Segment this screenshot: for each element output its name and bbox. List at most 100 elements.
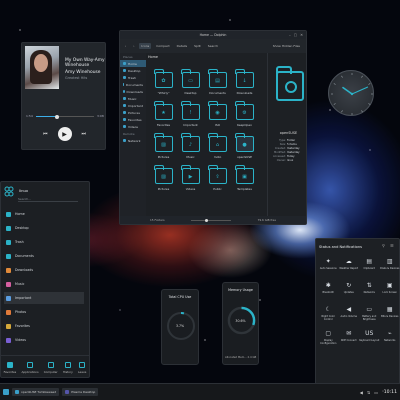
info-panel: openSUSE Type:Folder Size:5 items Created:… — [267, 53, 308, 218]
folder-item[interactable]: ♪ Music — [177, 133, 204, 162]
sidebar-item-desktop[interactable]: Desktop — [120, 67, 146, 74]
title-bar[interactable]: Home — Dolphin – ▢ ✕ — [120, 31, 306, 39]
seek-handle[interactable] — [55, 114, 60, 119]
folder-item[interactable]: ▨ Pictures — [150, 165, 177, 194]
status-tile[interactable]: ▥ Disks & Devices — [380, 255, 400, 277]
folder-item[interactable]: ⇪ Public — [204, 165, 231, 194]
folder-item[interactable]: ◉ ISO — [204, 101, 231, 130]
search-input[interactable]: Search... — [18, 196, 78, 202]
folder-item[interactable]: ▣ Templates — [231, 165, 258, 194]
show-hidden-button[interactable]: Show Hidden Files — [273, 44, 300, 48]
maximize-icon[interactable]: ▢ — [294, 33, 297, 37]
status-tile[interactable]: ✱ Bluetooth — [318, 279, 339, 301]
status-tile[interactable]: ▭ Battery and Brightness — [359, 303, 380, 325]
task-item[interactable]: Plasma Desktop — [62, 388, 99, 396]
battery-icon[interactable]: ▭ — [374, 390, 378, 395]
sidebar-item-favorites[interactable]: Favorites — [120, 116, 146, 123]
folder-icon: ◉ — [208, 101, 227, 120]
status-tile[interactable]: ☁ Weather Report — [339, 255, 360, 277]
launcher-button[interactable] — [3, 389, 9, 395]
folder-item[interactable]: ! Important — [177, 101, 204, 130]
forward-icon[interactable]: › — [131, 43, 136, 49]
tab-label: Leave — [78, 370, 87, 374]
search-button[interactable]: Search — [206, 43, 220, 49]
folder-item[interactable]: ✿ "Whirly" — [150, 69, 177, 98]
folder-item[interactable]: ▭ Desktop — [177, 69, 204, 98]
folder-item[interactable]: ↓ Downloads — [231, 69, 258, 98]
sidebar-item-network[interactable]: Network — [120, 137, 146, 144]
sidebar-item-label: Home — [128, 61, 137, 66]
folder-item[interactable]: ▨ Pictures — [150, 133, 177, 162]
network-icon[interactable]: ⇅ — [367, 390, 370, 395]
status-tile[interactable]: ⌁ Networks — [380, 327, 400, 349]
places-sidebar: Places Home Desktop Trash Documents Downloads… — [120, 53, 146, 218]
folder-item[interactable]: ★ Favorites — [150, 101, 177, 130]
sidebar-item-pictures[interactable]: Pictures — [120, 109, 146, 116]
zoom-slider[interactable] — [189, 218, 233, 222]
status-tile[interactable]: ☾ Night Color Control — [318, 303, 339, 325]
favorites-icon — [123, 118, 126, 121]
folder-item[interactable]: ● openSUSE — [231, 133, 258, 162]
play-button[interactable]: ▶ — [57, 127, 72, 141]
folder-item[interactable]: ⌂ moto — [204, 133, 231, 162]
seek-bar[interactable] — [36, 114, 94, 119]
category-videos[interactable]: Videos — [4, 334, 84, 346]
status-tile[interactable]: ▦ Bits & Devices — [380, 303, 400, 325]
next-track-icon[interactable]: ⏭ — [82, 131, 87, 137]
category-downloads[interactable]: Downloads — [4, 264, 84, 276]
status-tile[interactable]: ▣ Lock Screen — [380, 279, 400, 301]
status-tile[interactable]: ⇅ Networks — [359, 279, 380, 301]
category-label: Trash — [15, 240, 24, 244]
sidebar-item-documents[interactable]: Documents — [120, 81, 146, 88]
pin-icon[interactable]: ⚲ — [382, 243, 385, 248]
folder-item[interactable]: ▤ Documents — [204, 69, 231, 98]
category-home[interactable]: Home — [4, 208, 84, 220]
back-icon[interactable]: ‹ — [123, 43, 128, 49]
view-icons-button[interactable]: Icons — [139, 43, 152, 49]
sidebar-item-videos[interactable]: Videos — [120, 123, 146, 130]
status-tile[interactable]: ↻ Updates — [339, 279, 360, 301]
sidebar-item-important[interactable]: Important — [120, 102, 146, 109]
media-player-widget: My Own Way-Amy Winehouse Amy Winehouse G… — [21, 42, 106, 150]
folder-item[interactable]: ⚙ KeepOpen — [231, 101, 258, 130]
volume-icon[interactable]: ◀ — [360, 390, 363, 395]
task-item[interactable]: openSUSE Tumbleweed — [12, 388, 60, 396]
status-tile[interactable]: ✦ Auto Sessions — [318, 255, 339, 277]
view-details-button[interactable]: Details — [175, 43, 189, 49]
category-documents[interactable]: Documents — [4, 250, 84, 262]
tab-favorites[interactable]: Favorites — [4, 362, 16, 374]
sidebar-item-downloads[interactable]: Downloads — [120, 88, 146, 95]
status-tile-label: Auto Sessions — [319, 267, 337, 270]
close-icon[interactable]: ✕ — [300, 33, 303, 37]
breadcrumb[interactable]: Home — [148, 55, 158, 59]
status-tile[interactable]: US Keyboard Layout — [359, 327, 380, 349]
sidebar-item-music[interactable]: Music — [120, 95, 146, 102]
clock-time[interactable]: 10:11 — [384, 390, 397, 395]
category-desktop[interactable]: Desktop — [4, 222, 84, 234]
sidebar-item-label: Downloads — [126, 89, 143, 94]
tab-computer[interactable]: Computer — [44, 362, 58, 374]
minimize-icon[interactable]: – — [289, 33, 291, 37]
status-tile[interactable]: ✉ KDE Connect — [339, 327, 360, 349]
tab-history[interactable]: History — [63, 362, 73, 374]
status-tile[interactable]: ▤ Clipboard — [359, 255, 380, 277]
category-important[interactable]: Important — [4, 292, 84, 304]
settings-icon[interactable]: ☰ — [390, 243, 394, 248]
status-tile[interactable]: ▢ Display Configuration — [318, 327, 339, 349]
split-button[interactable]: Split — [192, 43, 203, 49]
tab-applications[interactable]: Applications — [21, 362, 39, 374]
category-favorites[interactable]: Favorites — [4, 320, 84, 332]
folder-item[interactable]: ▶ Videos — [177, 165, 204, 194]
status-tile[interactable]: ◀ Audio Volume — [339, 303, 360, 325]
previous-track-icon[interactable]: ⏮ — [43, 131, 48, 137]
keyboard-icon: US — [365, 329, 374, 337]
sidebar-item-home[interactable]: Home — [120, 60, 146, 67]
photos-icon — [6, 309, 11, 315]
sidebar-item-trash[interactable]: Trash — [120, 74, 146, 81]
category-trash[interactable]: Trash — [4, 236, 84, 248]
category-photos[interactable]: Photos — [4, 306, 84, 318]
view-compact-button[interactable]: Compact — [154, 43, 171, 49]
tab-leave[interactable]: Leave — [78, 362, 86, 374]
memory-value: 30.6% — [235, 319, 246, 323]
category-music[interactable]: Music — [4, 278, 84, 290]
